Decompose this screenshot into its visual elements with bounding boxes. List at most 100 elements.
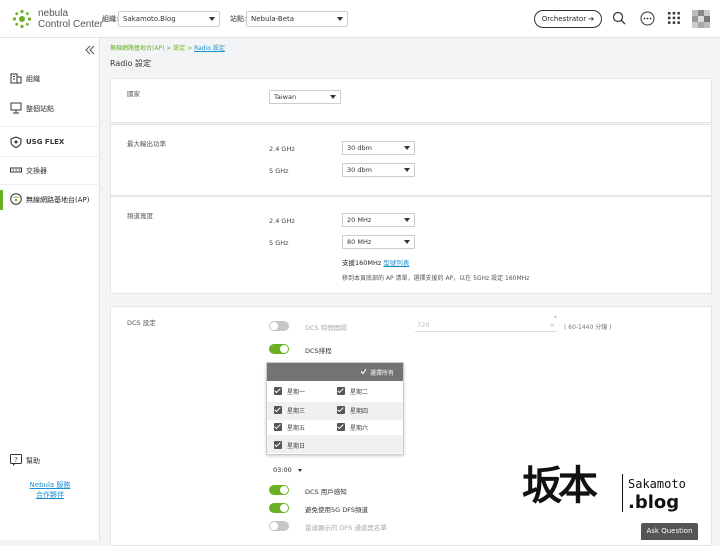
more-options-icon[interactable]: [640, 11, 655, 26]
monitor-icon: [10, 102, 22, 114]
select-all-row[interactable]: 選擇所有: [267, 363, 403, 381]
toggle-knob: [280, 486, 288, 494]
breadcrumb-current[interactable]: Radio 設定: [194, 45, 225, 52]
support-160-label: 支援160MHz: [342, 259, 384, 267]
day-checkbox[interactable]: [274, 387, 282, 395]
dcs-interval-value: 720: [417, 321, 430, 329]
day-checkbox[interactable]: [274, 441, 282, 449]
org-select[interactable]: Sakamoto.Blog: [118, 11, 220, 27]
bandwidth-5-value: 80 MHz: [347, 238, 372, 246]
svg-text:?: ?: [14, 456, 18, 464]
sidebar-item-label: 無線網路基地台(AP): [26, 196, 90, 204]
collapse-chevron-icon[interactable]: [85, 45, 95, 55]
chevron-down-icon: [404, 218, 410, 222]
dcs-interval-toggle[interactable]: [269, 321, 289, 331]
site-select[interactable]: Nebula-Beta: [246, 11, 348, 27]
brand-line-2: Control Center: [38, 19, 104, 30]
toggle-knob: [280, 504, 288, 512]
dcs-client-aware-toggle[interactable]: [269, 485, 289, 495]
chevron-down-icon: [298, 469, 302, 472]
select-all-label: 選擇所有: [370, 370, 395, 377]
top-bar: nebula Control Center 組織: Sakamoto.Blog …: [0, 0, 720, 38]
sidebar-item-usg-flex[interactable]: USG FLEX: [0, 134, 100, 152]
power-24-label: 2.4 GHz: [269, 145, 295, 153]
day-checkbox[interactable]: [274, 423, 282, 431]
dfs-blacklist-toggle[interactable]: [269, 521, 289, 531]
power-panel: 最大輸出功率 2.4 GHz 30 dbm 5 GHz 30 dbm: [110, 124, 712, 196]
org-value: Sakamoto.Blog: [123, 15, 176, 23]
sidebar-item-label: 交換器: [26, 167, 47, 175]
toggle-knob: [280, 345, 288, 353]
day-checkbox[interactable]: [337, 423, 345, 431]
page-title: Radio 設定: [110, 59, 152, 68]
divider: [0, 156, 100, 157]
bandwidth-panel: 頻道寬度 2.4 GHz 20 MHz 5 GHz 80 MHz 支援160MH…: [110, 196, 712, 294]
support-160-text: 支援160MHz 型號列表: [342, 257, 409, 267]
bandwidth-24-value: 20 MHz: [347, 216, 372, 224]
day-label: 星期五: [287, 425, 306, 432]
day-label: 星期日: [287, 443, 306, 450]
day-label: 星期一: [287, 389, 306, 396]
avatar[interactable]: [692, 10, 710, 28]
power-5-value: 30 dbm: [347, 166, 372, 174]
site-value: Nebula-Beta: [251, 15, 295, 23]
day-checkbox[interactable]: [274, 406, 282, 414]
shield-icon: [10, 136, 22, 148]
required-mark: *: [554, 315, 557, 322]
power-24-select[interactable]: 30 dbm: [342, 141, 415, 155]
bandwidth-24-select[interactable]: 20 MHz: [342, 213, 415, 227]
dcs-interval-range: ( 60-1440 分鐘 ): [564, 324, 612, 331]
day-selector-dropdown: 選擇所有 星期一 星期二 星期三 星期四 星期五 星期六 星期日: [266, 362, 404, 455]
sidebar-item-label: 整個站點: [26, 105, 54, 113]
avoid-dfs-toggle[interactable]: [269, 503, 289, 513]
dcs-time-select[interactable]: 03:00: [269, 464, 305, 476]
day-label: 星期六: [350, 425, 369, 432]
orchestrator-button[interactable]: Orchestrator ➔: [534, 10, 602, 28]
sidebar-item-ap[interactable]: 無線網路基地台(AP): [0, 190, 100, 210]
breadcrumb: 無線網路基地台(AP) > 設定 > Radio 設定: [110, 43, 225, 52]
sidebar-item-site[interactable]: 整個站點: [0, 100, 100, 118]
dcs-schedule-label: DCS排程: [305, 347, 332, 355]
power-5-select[interactable]: 30 dbm: [342, 163, 415, 177]
bandwidth-5-select[interactable]: 80 MHz: [342, 235, 415, 249]
watermark-chinese: 坂本: [522, 462, 598, 509]
sidebar-item-label: 幫助: [26, 457, 40, 465]
model-list-link[interactable]: 型號列表: [383, 259, 409, 267]
sidebar-item-switch[interactable]: 交換器: [0, 162, 100, 180]
switch-icon: [10, 167, 22, 173]
country-select[interactable]: Taiwan: [269, 90, 341, 104]
watermark-line2: .blog: [628, 492, 680, 513]
day-checkbox[interactable]: [337, 406, 345, 414]
sidebar-item-help[interactable]: ? 幫助: [0, 452, 100, 470]
country-value: Taiwan: [274, 93, 297, 101]
chevron-down-icon: [209, 17, 215, 21]
brand-text: nebula Control Center: [38, 8, 103, 30]
dcs-interval-label: DCS 時間間隔: [305, 324, 347, 332]
watermark-logo: 坂本 Sakamoto .blog: [522, 462, 712, 522]
dcs-interval-input[interactable]: 720 ×: [415, 319, 557, 332]
toggle-knob: [270, 322, 278, 330]
day-label: 星期四: [350, 408, 369, 415]
dcs-client-aware-label: DCS 用戶感知: [305, 488, 347, 496]
ask-question-button[interactable]: Ask Question: [641, 523, 698, 540]
day-checkbox[interactable]: [337, 387, 345, 395]
day-label: 星期三: [287, 408, 306, 415]
sidebar-item-organization[interactable]: 組織: [0, 70, 100, 88]
sidebar-item-label: USG FLEX: [26, 138, 65, 146]
toggle-knob: [270, 522, 278, 530]
sidebar-links: Nebula 服務 合作夥伴: [0, 480, 100, 500]
building-icon: [10, 73, 22, 84]
app-grid-icon[interactable]: [668, 12, 680, 24]
divider: [0, 184, 100, 185]
search-icon[interactable]: [612, 11, 626, 25]
partner-link[interactable]: 合作夥伴: [0, 490, 100, 500]
nebula-service-link[interactable]: Nebula 服務: [0, 480, 100, 490]
day-label: 星期二: [350, 389, 369, 396]
nebula-logo-icon: [12, 9, 32, 29]
breadcrumb-path[interactable]: 無線網路基地台(AP) > 設定 >: [110, 45, 194, 52]
dcs-schedule-toggle[interactable]: [269, 344, 289, 354]
site-label: 站點:: [230, 15, 247, 23]
chevron-down-icon: [330, 95, 336, 99]
sidebar-item-label: 組織: [26, 75, 40, 83]
chevron-down-icon: [404, 240, 410, 244]
